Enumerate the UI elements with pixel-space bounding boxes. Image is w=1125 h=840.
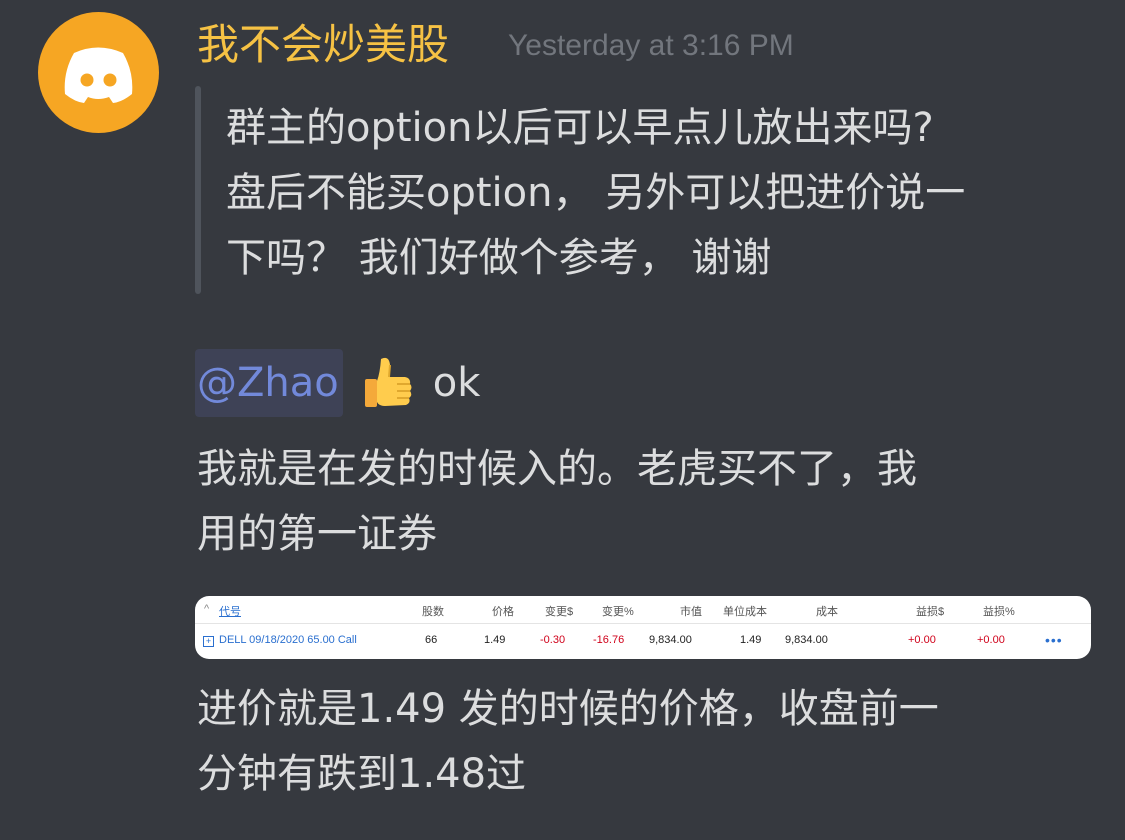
header-pl-pct: 益损% — [983, 606, 1015, 618]
header-symbol[interactable]: 代号 — [219, 603, 241, 619]
portfolio-screenshot[interactable]: ^ 代号 股数 价格 变更$ 变更% 市值 单位成本 成本 益损$ 益损% + D… — [195, 596, 1091, 659]
quoted-text: 群主的option以后可以早点儿放出来吗? 盘后不能买option， 另外可以把… — [226, 96, 1106, 291]
body-line: 分钟有跌到1.48过 — [197, 751, 527, 797]
body-line: 进价就是1.49 发的时候的价格，收盘前一 — [197, 686, 939, 732]
cell-pl-pct: +0.00 — [977, 634, 1005, 646]
cell-market-value: 9,834.00 — [649, 634, 692, 646]
quote-line: 群主的option以后可以早点儿放出来吗? — [226, 105, 934, 151]
header-market-value: 市值 — [680, 606, 702, 618]
expand-icon[interactable]: + — [203, 636, 214, 647]
avatar[interactable] — [38, 12, 159, 133]
cell-shares: 66 — [425, 634, 438, 646]
table-divider — [195, 623, 1091, 624]
cell-change-usd: -0.30 — [540, 634, 566, 646]
cell-pl-usd: +0.00 — [908, 634, 936, 646]
sort-arrow-icon: ^ — [204, 603, 210, 615]
position-symbol[interactable]: + DELL 09/18/2020 65.00 Call — [203, 634, 357, 647]
body-line: 我就是在发的时候入的。老虎买不了，我 — [197, 446, 917, 492]
discord-logo-icon — [64, 47, 133, 103]
cell-price: 1.49 — [484, 634, 506, 646]
header-price: 价格 — [492, 606, 514, 618]
reply-text: ok — [432, 360, 481, 406]
quote-line: 下吗？ 我们好做个参考， 谢谢 — [226, 235, 772, 281]
header-unit-cost: 单位成本 — [723, 606, 767, 618]
user-mention[interactable]: @Zhao — [195, 349, 343, 417]
header-change-usd: 变更$ — [545, 606, 574, 618]
reply-line: @Zhao ok — [195, 349, 480, 417]
header-pl-usd: 益损$ — [916, 606, 945, 618]
header-change-pct: 变更% — [602, 606, 634, 618]
cell-change-pct: -16.76 — [593, 634, 625, 646]
cell-cost: 9,834.00 — [785, 634, 828, 646]
message-body: 我就是在发的时候入的。老虎买不了，我 用的第一证券 — [197, 437, 1097, 567]
quote-bar — [195, 86, 201, 294]
thumbs-up-icon — [364, 357, 412, 407]
more-options-icon[interactable]: ••• — [1045, 632, 1063, 648]
cell-unit-cost: 1.49 — [740, 634, 762, 646]
chat-message: 我不会炒美股 Yesterday at 3:16 PM 群主的option以后可… — [0, 0, 1125, 840]
header-cost: 成本 — [816, 606, 838, 618]
message-body: 进价就是1.49 发的时候的价格，收盘前一 分钟有跌到1.48过 — [197, 677, 1097, 807]
header-shares: 股数 — [422, 606, 444, 618]
author-username[interactable]: 我不会炒美股 — [197, 17, 449, 73]
quote-line: 盘后不能买option， 另外可以把进价说一 — [226, 170, 966, 216]
message-timestamp[interactable]: Yesterday at 3:16 PM — [508, 26, 794, 66]
body-line: 用的第一证券 — [197, 511, 437, 557]
